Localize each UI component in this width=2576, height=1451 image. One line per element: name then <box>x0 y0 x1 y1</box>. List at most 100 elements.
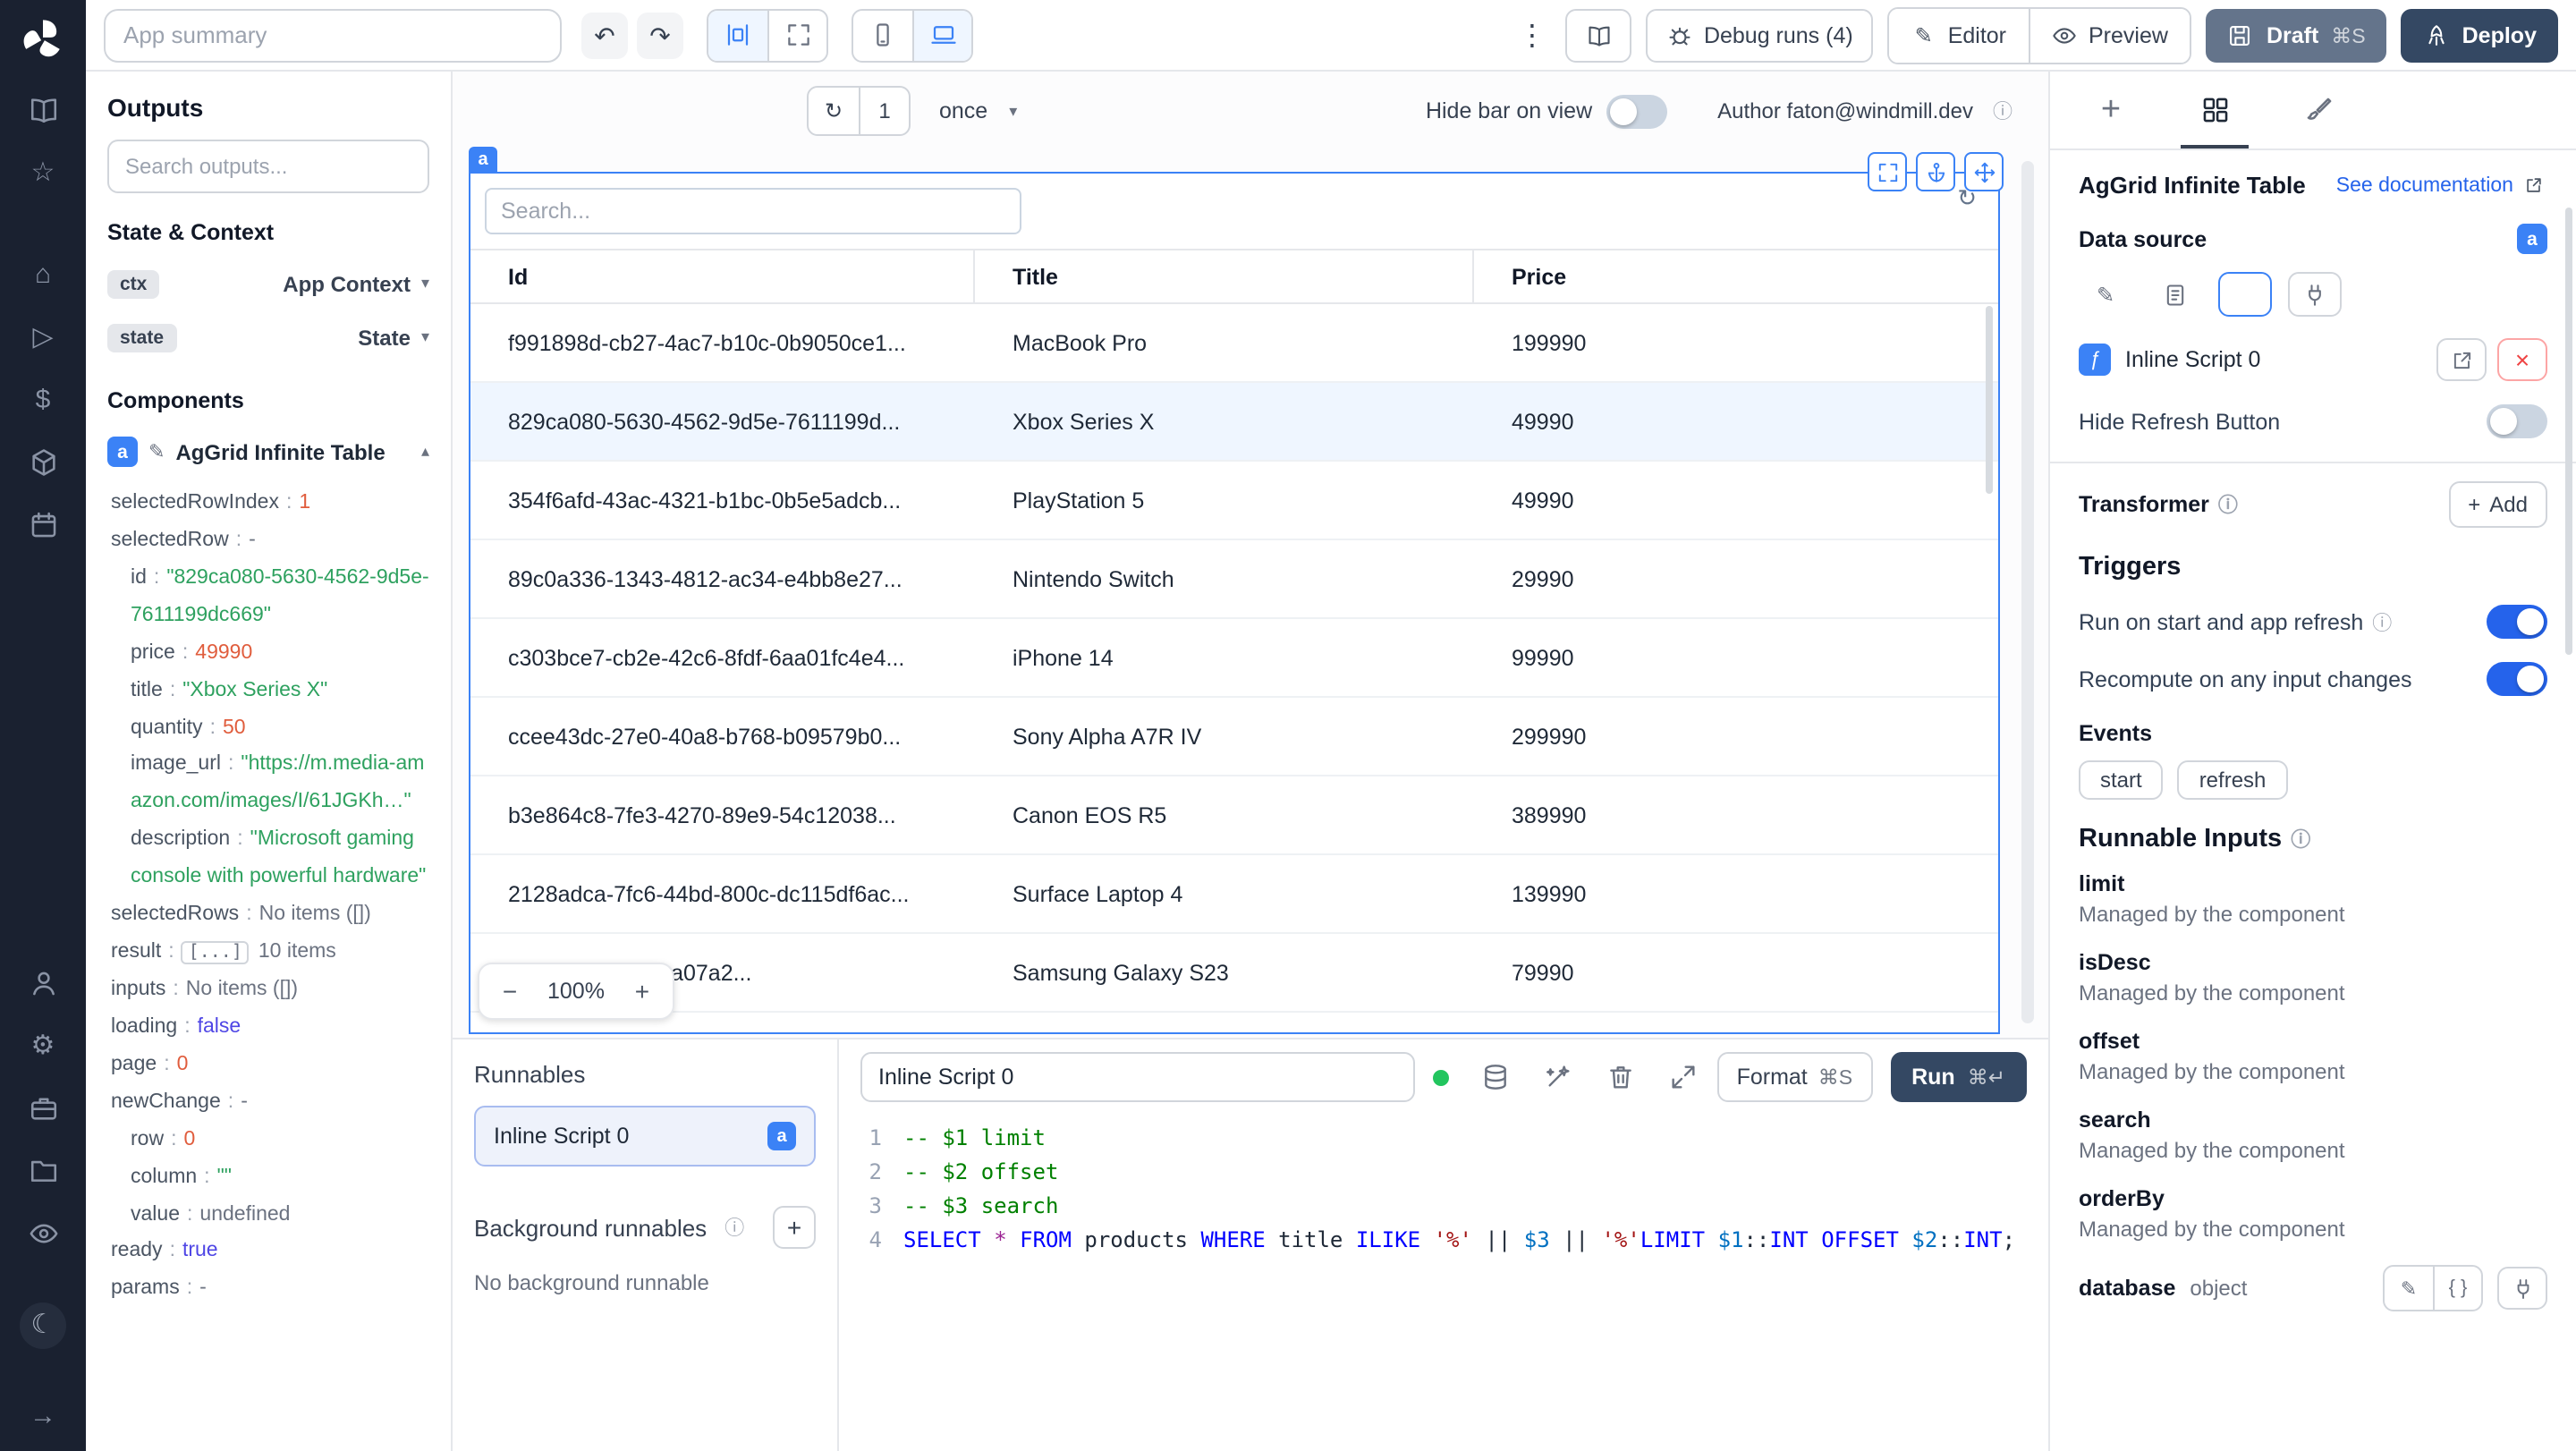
see-documentation-link[interactable]: See documentation <box>2336 172 2547 199</box>
zoom-out-button[interactable]: − <box>494 977 526 1006</box>
rail-eye-icon[interactable] <box>27 1218 59 1251</box>
edit-component-icon[interactable]: ✎ <box>148 440 165 463</box>
rail-gear-icon[interactable]: ⚙ <box>27 1031 59 1063</box>
table-row[interactable]: c303bce7-cb2e-42c6-8fdf-6aa01fc4e4... iPh… <box>470 619 1998 698</box>
output-row[interactable]: price:49990 <box>107 634 429 672</box>
output-row[interactable]: inputs: No items ([]) <box>107 972 429 1009</box>
frequency-select[interactable]: once ▾ <box>939 98 1017 123</box>
deploy-button[interactable]: Deploy <box>2401 8 2558 62</box>
inline-script-row[interactable]: ƒ Inline Script 0 × <box>2079 338 2547 381</box>
output-row[interactable]: ready: true <box>107 1234 429 1271</box>
docs-button[interactable] <box>1565 8 1632 62</box>
connect-mode-icon[interactable] <box>2288 272 2342 317</box>
add-transformer-button[interactable]: + Add <box>2448 481 2547 528</box>
output-row[interactable]: title: "Xbox Series X" <box>107 672 429 709</box>
edit-icon[interactable]: ✎ <box>2385 1267 2433 1310</box>
hide-refresh-toggle[interactable] <box>2487 404 2547 438</box>
preview-tab-button[interactable]: Preview <box>2028 8 2190 62</box>
output-row[interactable]: image_url: "https://m.media-amazon.com/im… <box>107 747 429 822</box>
info-icon[interactable]: ⓘ <box>1993 97 2012 125</box>
hide-bar-toggle[interactable] <box>1606 94 1668 128</box>
static-mode-icon[interactable]: ✎ <box>2079 272 2132 317</box>
table-row[interactable]: f991898d-cb27-4ac7-b10c-0b9050ce1... MacB… <box>470 304 1998 383</box>
context-row[interactable]: ctx App Context ▾ <box>107 259 429 308</box>
open-script-icon[interactable] <box>2436 338 2487 381</box>
code-editor[interactable]: 1 2 3 4 -- $1 limit -- $2 offset -- $3 search… <box>839 1115 2048 1451</box>
component-settings-tab[interactable] <box>2175 72 2254 148</box>
app-summary-input[interactable] <box>104 8 562 62</box>
event-chip[interactable]: start <box>2079 760 2164 800</box>
component-row[interactable]: a ✎ AgGrid Infinite Table ▴ <box>107 428 429 476</box>
draft-button[interactable]: Draft ⌘S <box>2205 8 2387 62</box>
chevron-up-icon[interactable]: ▴ <box>421 442 429 462</box>
add-background-runnable-button[interactable]: + <box>773 1206 816 1249</box>
rail-book-icon[interactable] <box>27 95 59 127</box>
canvas-fullscreen-button[interactable] <box>767 10 826 60</box>
output-row[interactable]: loading: false <box>107 1009 429 1047</box>
runnable-item[interactable]: Inline Script 0 a <box>474 1106 816 1167</box>
output-row[interactable]: params: - <box>107 1271 429 1309</box>
expand-editor-icon[interactable] <box>1669 1062 1699 1092</box>
rail-star-icon[interactable]: ☆ <box>27 157 59 190</box>
rail-dollar-icon[interactable]: $ <box>27 385 59 417</box>
component-expand-button[interactable] <box>1868 152 1907 191</box>
refresh-app-button[interactable]: ↻ <box>809 88 859 134</box>
table-row[interactable]: b3e864c8-7fe3-4270-89e9-54c12038... Canon… <box>470 776 1998 855</box>
rail-arrow-right-icon[interactable]: → <box>27 1401 59 1433</box>
rail-home-icon[interactable]: ⌂ <box>27 259 59 292</box>
code-mode-icon[interactable] <box>2218 272 2272 317</box>
rail-cube-icon[interactable] <box>27 447 59 479</box>
table-refresh-icon[interactable]: ↻ <box>1957 186 1977 209</box>
table-row[interactable]: 4c83-8022-5e70a07a2...Samsung Galaxy S23… <box>470 934 1998 1013</box>
canvas-scrollbar[interactable] <box>2021 161 2034 1023</box>
rail-briefcase-icon[interactable] <box>27 1093 59 1125</box>
table-row[interactable]: ccee43dc-27e0-40a8-b768-b09579b0... Sony … <box>470 698 1998 776</box>
column-header[interactable]: Price <box>1474 250 1998 302</box>
mobile-view-button[interactable] <box>853 10 912 60</box>
output-row[interactable]: selectedRow: - <box>107 522 429 560</box>
output-row[interactable]: result: [...] 10 items <box>107 934 429 972</box>
output-row[interactable]: selectedRows: No items ([]) <box>107 896 429 934</box>
column-header[interactable]: Title <box>975 250 1474 302</box>
table-scrollbar[interactable] <box>1986 306 1993 494</box>
output-row[interactable]: page:0 <box>107 1047 429 1084</box>
rail-folder-icon[interactable] <box>27 1156 59 1188</box>
outputs-search-input[interactable] <box>107 140 429 193</box>
table-row[interactable]: 89c0a336-1343-4812-ac34-e4bb8e27... Ninte… <box>470 540 1998 619</box>
info-icon[interactable]: ⓘ <box>2291 825 2310 853</box>
output-row[interactable]: selectedRowIndex:1 <box>107 485 429 522</box>
aggrid-component[interactable]: a ↻ IdTitlePrice f991898d-cb27-4ac7-b10c… <box>469 147 2004 1034</box>
info-icon[interactable]: ⓘ <box>724 1213 744 1242</box>
output-row[interactable]: column: "" <box>107 1158 429 1196</box>
delete-script-icon[interactable] <box>1606 1062 1637 1092</box>
format-button[interactable]: Format ⌘S <box>1716 1052 1873 1102</box>
rail-user-icon[interactable] <box>27 968 59 1000</box>
context-row[interactable]: state State ▾ <box>107 313 429 361</box>
output-row[interactable]: quantity:50 <box>107 709 429 747</box>
template-icon[interactable]: { } <box>2433 1267 2481 1310</box>
output-row[interactable]: row:0 <box>107 1121 429 1158</box>
zoom-in-button[interactable]: + <box>626 977 658 1006</box>
inspector-scrollbar[interactable] <box>2565 208 2572 655</box>
rail-calendar-icon[interactable] <box>27 510 59 542</box>
run-button[interactable]: Run ⌘↵ <box>1890 1052 2027 1102</box>
ai-wand-icon[interactable] <box>1544 1062 1574 1092</box>
database-icon[interactable] <box>1481 1062 1512 1092</box>
rail-play-icon[interactable]: ▷ <box>27 322 59 354</box>
output-row[interactable]: id: "829ca080-5630-4562-9d5e-7611199dc669… <box>107 560 429 635</box>
info-icon[interactable]: ⓘ <box>2218 496 2238 517</box>
app-canvas[interactable]: a ↻ IdTitlePrice f991898d-cb27-4ac7-b10c… <box>453 147 2048 1038</box>
windmill-logo-icon[interactable] <box>20 16 66 63</box>
event-chip[interactable]: refresh <box>2177 760 2288 800</box>
script-name-input[interactable] <box>860 1052 1415 1102</box>
output-row[interactable]: newChange: - <box>107 1084 429 1122</box>
column-header[interactable]: Id <box>470 250 975 302</box>
component-anchor-button[interactable] <box>1916 152 1955 191</box>
undo-button[interactable]: ↶ <box>581 12 628 58</box>
styling-tab[interactable] <box>2279 72 2358 148</box>
debug-runs-button[interactable]: Debug runs (4) <box>1646 8 1873 62</box>
table-search-input[interactable] <box>485 188 1021 234</box>
more-menu-button[interactable]: ⋮ <box>1513 17 1552 53</box>
insert-component-tab[interactable]: + <box>2072 72 2150 148</box>
rail-moon-icon[interactable]: ☾ <box>20 1303 66 1349</box>
